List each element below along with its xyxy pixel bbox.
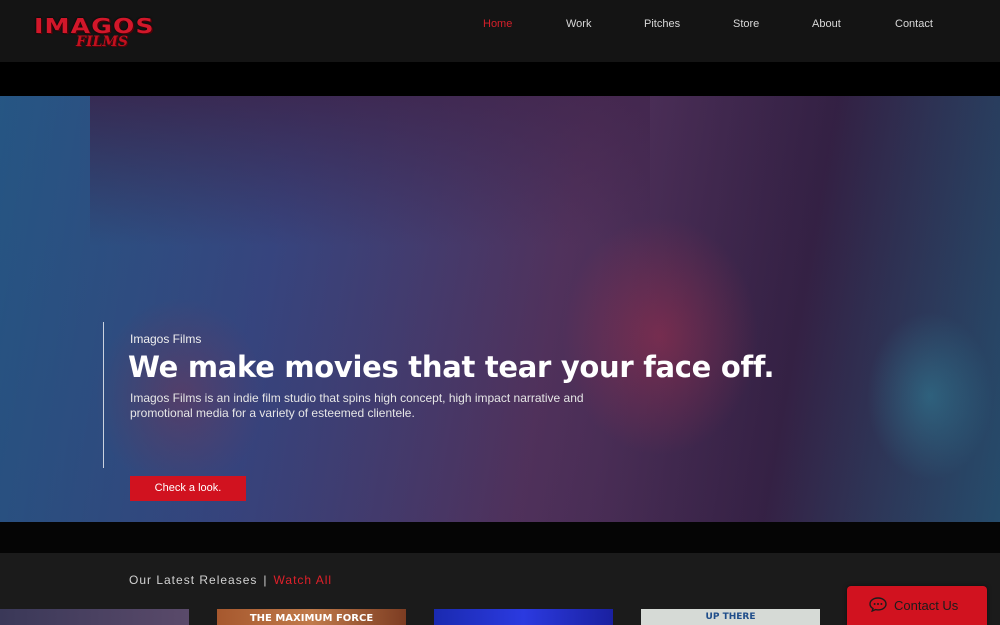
nav-contact[interactable]: Contact [895, 18, 933, 30]
hero-banner: Imagos Films We make movies that tear yo… [0, 96, 1000, 522]
section-divider [0, 522, 1000, 553]
hero-eyebrow: Imagos Films [130, 332, 202, 346]
header-spacer [0, 62, 1000, 96]
contact-us-label: Contact Us [894, 598, 959, 613]
releases-heading-row: Our Latest Releases | Watch All [129, 573, 332, 587]
releases-heading: Our Latest Releases [129, 573, 258, 587]
release-caption: UP THERE [705, 612, 756, 622]
hero-overlay [0, 96, 1000, 522]
contact-us-button[interactable]: Contact Us [847, 586, 987, 625]
check-a-look-button[interactable]: Check a look. [130, 476, 246, 501]
site-header: IMAGOS FILMS Home Work Pitches Store Abo… [0, 0, 1000, 62]
release-thumbnail[interactable]: THE MAXIMUM FORCE [217, 609, 406, 625]
release-thumbnail[interactable] [0, 609, 189, 625]
nav-work[interactable]: Work [566, 18, 591, 30]
nav-home[interactable]: Home [483, 18, 512, 30]
main-nav: Home Work Pitches Store About Contact [0, 18, 1000, 38]
chat-bubble-icon [869, 597, 887, 612]
release-thumbnail[interactable]: UP THERE [641, 609, 820, 625]
watch-all-link[interactable]: Watch All [274, 573, 333, 587]
hero-accent-line [103, 322, 104, 468]
release-thumbnail[interactable] [434, 609, 613, 625]
hero-headline: We make movies that tear your face off. [128, 350, 775, 384]
release-caption: THE MAXIMUM FORCE [249, 613, 374, 624]
nav-pitches[interactable]: Pitches [644, 18, 680, 30]
hero-description: Imagos Films is an indie film studio tha… [130, 391, 584, 420]
nav-store[interactable]: Store [733, 18, 759, 30]
heading-separator: | [263, 573, 268, 587]
nav-about[interactable]: About [812, 18, 841, 30]
